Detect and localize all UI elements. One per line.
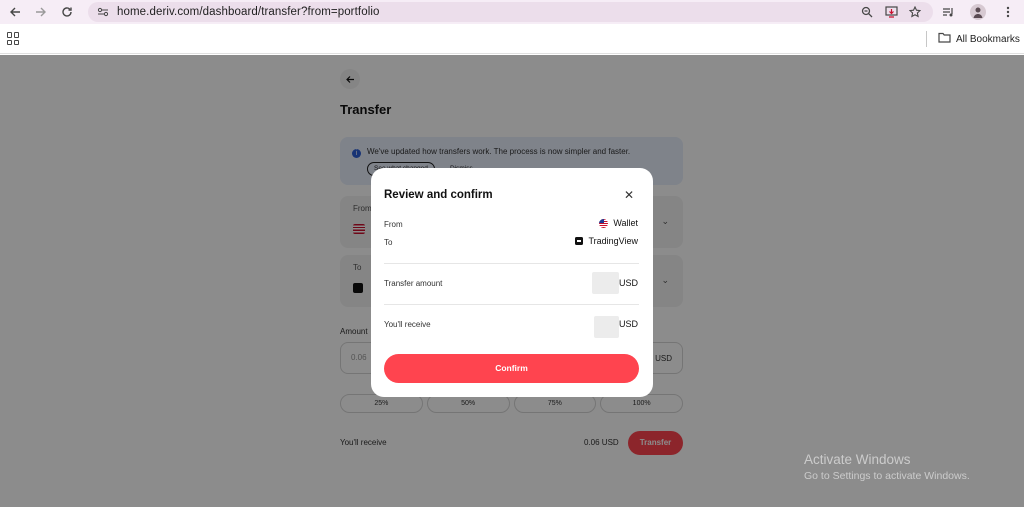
from-account-name: Wallet xyxy=(613,218,638,228)
modal-from-value: Wallet xyxy=(599,218,638,228)
receive-currency: USD xyxy=(618,319,638,329)
divider xyxy=(384,304,639,305)
bookmarks-separator xyxy=(926,31,927,47)
redacted-receive-amount xyxy=(593,316,619,338)
install-app-icon[interactable] xyxy=(883,4,899,20)
back-arrow-icon[interactable] xyxy=(2,1,28,23)
all-bookmarks-button[interactable]: All Bookmarks xyxy=(938,32,1020,46)
divider xyxy=(384,263,639,264)
watermark-title: Activate Windows xyxy=(804,452,911,467)
transfer-amount-currency: USD xyxy=(618,278,638,288)
address-bar[interactable]: home.deriv.com/dashboard/transfer?from=p… xyxy=(88,2,933,22)
review-confirm-modal: Review and confirm ✕ From Wallet To Trad… xyxy=(371,168,653,397)
modal-to-label: To xyxy=(384,238,393,247)
browser-toolbar: home.deriv.com/dashboard/transfer?from=p… xyxy=(0,0,1024,24)
close-icon[interactable]: ✕ xyxy=(624,188,634,202)
profile-avatar-icon[interactable] xyxy=(970,4,986,20)
apps-grid-icon[interactable] xyxy=(7,32,20,45)
activate-windows-watermark: Activate Windows Go to Settings to activ… xyxy=(804,452,970,482)
zoom-icon[interactable] xyxy=(859,4,875,20)
tradingview-icon xyxy=(575,237,584,245)
transfer-amount-label: Transfer amount xyxy=(384,279,443,288)
folder-icon xyxy=(938,32,951,46)
forward-arrow-icon[interactable] xyxy=(28,1,54,23)
bookmark-star-icon[interactable] xyxy=(907,4,923,20)
watermark-subtitle: Go to Settings to activate Windows. xyxy=(804,470,970,482)
modal-title: Review and confirm xyxy=(384,189,493,201)
modal-to-value: TradingView xyxy=(575,236,638,246)
all-bookmarks-label: All Bookmarks xyxy=(956,33,1020,45)
bookmarks-bar: All Bookmarks xyxy=(0,24,1024,54)
media-control-icon[interactable] xyxy=(940,4,956,20)
modal-receive-value: USD xyxy=(593,316,638,338)
to-account-name: TradingView xyxy=(588,236,638,246)
more-menu-icon[interactable] xyxy=(1000,4,1016,20)
reload-icon[interactable] xyxy=(54,1,80,23)
site-settings-icon[interactable] xyxy=(92,2,114,22)
confirm-button[interactable]: Confirm xyxy=(384,354,639,383)
transfer-amount-value: USD xyxy=(591,272,638,294)
url-text[interactable]: home.deriv.com/dashboard/transfer?from=p… xyxy=(117,6,380,18)
us-flag-icon xyxy=(599,218,609,228)
redacted-amount xyxy=(591,272,619,294)
modal-receive-label: You'll receive xyxy=(384,320,431,329)
modal-from-label: From xyxy=(384,220,403,229)
